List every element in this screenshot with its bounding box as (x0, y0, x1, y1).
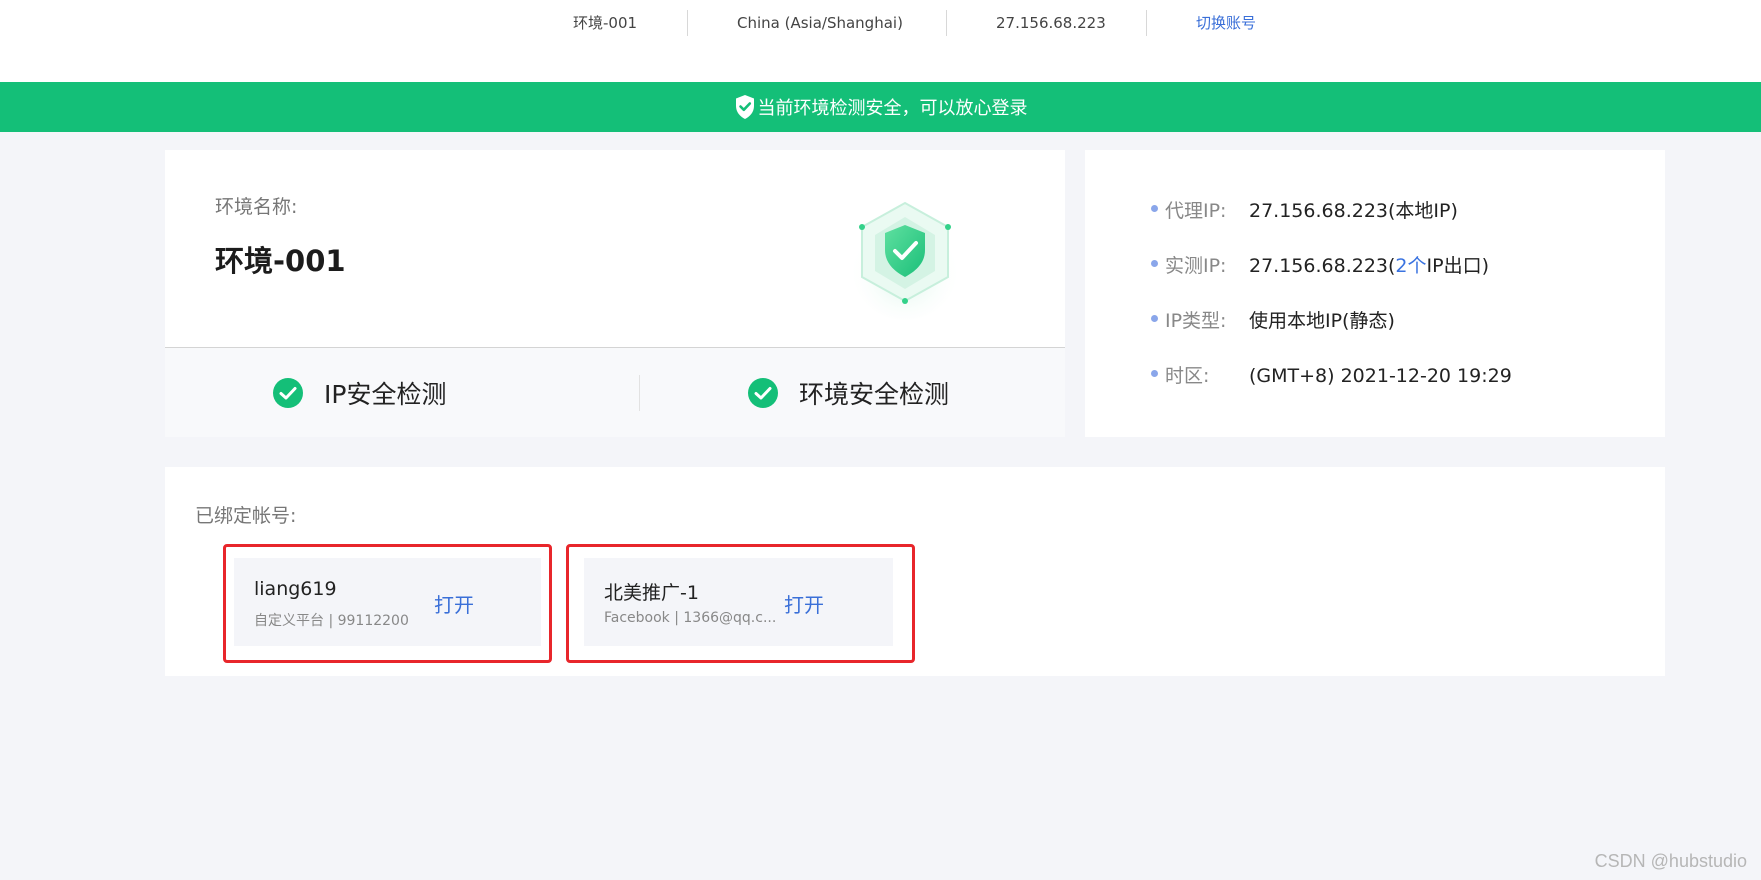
bound-accounts-card: 已绑定帐号: liang619 自定义平台 | 99112200 打开 北美推广… (165, 467, 1665, 676)
env-security-check: 环境安全检测 (747, 348, 949, 437)
watermark: CSDN @hubstudio (1594, 851, 1747, 871)
bullet-icon (1151, 370, 1158, 377)
top-divider (946, 10, 947, 36)
environment-card: 环境名称: 环境-001 IP安全检测 环境安全检测 (165, 150, 1065, 437)
check-label: 环境安全检测 (799, 379, 950, 409)
account-name: 北美推广-1 (604, 582, 699, 604)
banner-text: 当前环境检测安全，可以放心登录 (757, 98, 1028, 119)
security-badge-icon (850, 195, 960, 329)
top-bar: 环境-001 China (Asia/Shanghai) 27.156.68.2… (0, 0, 1761, 82)
top-divider (687, 10, 688, 36)
divider (639, 375, 640, 411)
ip-security-check: IP安全检测 (272, 348, 446, 437)
security-checks: IP安全检测 环境安全检测 (165, 348, 1065, 437)
timezone-row: 时区: (GMT+8) 2021-12-20 19:29 (1151, 361, 1512, 388)
account-name: liang619 (254, 578, 337, 600)
check-circle-icon (748, 377, 778, 408)
top-divider (1146, 10, 1147, 36)
env-name-value: 环境-001 (215, 244, 346, 278)
ip-info-card: 代理IP: 27.156.68.223(本地IP) 实测IP: 27.156.68.… (1085, 150, 1665, 437)
real-ip-value: 27.156.68.223( (1249, 255, 1396, 277)
account-meta: 自定义平台 | 99112200 (254, 613, 409, 629)
timezone-key: 时区: (1165, 365, 1210, 387)
bullet-icon (1151, 315, 1158, 322)
timezone-value: (GMT+8) 2021-12-20 19:29 (1249, 365, 1512, 387)
env-name-label: 环境名称: (215, 196, 298, 218)
bullet-icon (1151, 205, 1158, 212)
switch-account-link[interactable]: 切换账号 (1196, 12, 1256, 34)
timezone-top: China (Asia/Shanghai) (737, 14, 903, 32)
bullet-icon (1151, 260, 1158, 267)
check-label: IP安全检测 (324, 379, 447, 409)
ip-type-key: IP类型: (1165, 310, 1227, 332)
proxy-ip-value: 27.156.68.223(本地IP) (1249, 200, 1458, 222)
shield-check-icon (735, 95, 754, 119)
env-name-top: 环境-001 (573, 14, 638, 32)
proxy-ip-row: 代理IP: 27.156.68.223(本地IP) (1151, 196, 1458, 223)
security-banner: 当前环境检测安全，可以放心登录 (0, 82, 1761, 132)
open-account-button[interactable]: 打开 (784, 589, 824, 618)
bound-accounts-title: 已绑定帐号: (195, 505, 297, 527)
open-account-button[interactable]: 打开 (434, 589, 474, 618)
ip-type-row: IP类型: 使用本地IP(静态) (1151, 306, 1395, 333)
ip-exit-count-link[interactable]: 2个 (1395, 255, 1426, 277)
ip-type-value: 使用本地IP(静态) (1249, 310, 1395, 332)
account-item[interactable]: 北美推广-1 Facebook | 1366@qq.c... 打开 (584, 558, 893, 646)
account-item[interactable]: liang619 自定义平台 | 99112200 打开 (234, 558, 541, 646)
proxy-ip-key: 代理IP: (1165, 200, 1227, 222)
account-meta: Facebook | 1366@qq.c... (604, 610, 777, 626)
real-ip-suffix: IP出口) (1426, 255, 1489, 277)
ip-top: 27.156.68.223 (996, 14, 1106, 32)
check-circle-icon (273, 377, 303, 408)
real-ip-key: 实测IP: (1165, 255, 1227, 277)
real-ip-row: 实测IP: 27.156.68.223(2个IP出口) (1151, 251, 1489, 278)
